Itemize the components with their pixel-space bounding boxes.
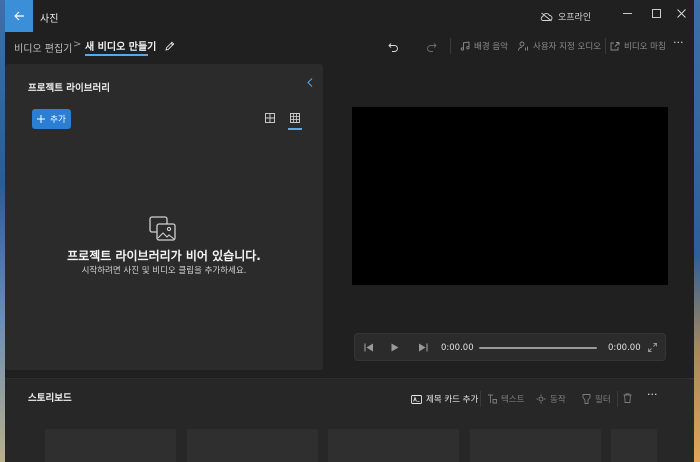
text-label: 텍스트 — [501, 395, 525, 405]
share-export-icon — [610, 42, 620, 51]
total-time: 0:00.00 — [608, 343, 641, 353]
toolbar-divider — [450, 38, 451, 54]
custom-audio-label: 사용자 지정 오디오 — [533, 42, 601, 52]
top-toolbar: 비디오 편집기 > 새 비디오 만들기 배경 음악 사용자 지정 오디오 비디오… — [5, 32, 694, 60]
storyboard-divider — [480, 391, 481, 407]
photo-library-icon — [149, 216, 176, 241]
desktop-wallpaper-right — [694, 0, 700, 462]
add-media-label: 추가 — [50, 115, 66, 125]
small-thumbnails-view-button[interactable] — [287, 110, 303, 126]
grid-large-icon — [265, 113, 275, 123]
breadcrumb-separator: > — [73, 39, 82, 50]
storyboard-title: 스토리보드 — [28, 393, 72, 404]
finish-video-button[interactable]: 비디오 마침 — [610, 40, 666, 52]
close-button[interactable] — [668, 4, 694, 22]
seek-bar[interactable] — [479, 347, 597, 349]
project-library-panel: 프로젝트 라이브러리 추가 프로젝트 라이브러리가 비어 있습니다. 시작하려면… — [5, 64, 323, 370]
pencil-icon — [164, 41, 174, 51]
redo-icon — [426, 42, 437, 52]
more-options-icon: ··· — [673, 36, 684, 49]
current-time: 0:00.00 — [441, 343, 474, 353]
add-title-card-button[interactable]: 제목 카드 추가 — [411, 393, 478, 405]
skip-forward-icon — [419, 343, 428, 351]
storyboard-divider — [617, 391, 618, 407]
storyboard-slot[interactable] — [45, 429, 176, 462]
trash-icon — [623, 393, 632, 403]
offline-label: 오프라인 — [558, 13, 592, 23]
project-title-underline — [85, 54, 148, 56]
maximize-button[interactable] — [643, 4, 669, 22]
text-button[interactable]: 텍스트 — [487, 393, 524, 405]
previous-frame-button[interactable] — [362, 340, 376, 354]
motion-button[interactable]: 동작 — [536, 393, 566, 405]
minimize-icon — [622, 12, 632, 14]
filters-label: 필터 — [595, 395, 611, 405]
offline-status[interactable]: 오프라인 — [540, 10, 591, 23]
storyboard-panel: 스토리보드 제목 카드 추가 텍스트 동작 필터 ··· — [5, 378, 694, 462]
motion-icon — [536, 394, 546, 404]
expand-icon — [647, 342, 657, 352]
arrow-left-icon — [13, 11, 24, 21]
undo-icon — [387, 42, 398, 52]
motion-label: 동작 — [550, 395, 566, 405]
cloud-offline-icon — [540, 12, 553, 21]
chevron-left-icon — [307, 78, 313, 87]
close-icon — [676, 8, 686, 18]
rename-button[interactable] — [161, 38, 177, 54]
redo-button[interactable] — [423, 38, 439, 54]
custom-audio-icon — [518, 41, 528, 51]
video-preview — [352, 107, 668, 285]
add-media-button[interactable]: 추가 — [32, 109, 71, 129]
skip-back-icon — [364, 343, 373, 351]
title-card-icon — [411, 394, 422, 404]
fullscreen-button[interactable] — [645, 340, 659, 354]
app-title: 사진 — [40, 14, 59, 25]
maximize-icon — [651, 8, 661, 18]
selected-view-indicator — [288, 128, 302, 130]
next-frame-button[interactable] — [416, 340, 430, 354]
toolbar-divider — [605, 38, 606, 54]
finish-video-label: 비디오 마침 — [624, 42, 666, 52]
storyboard-more-button[interactable]: ··· — [647, 388, 658, 401]
background-music-label: 배경 음악 — [474, 42, 508, 52]
play-icon — [391, 343, 399, 351]
back-button[interactable] — [5, 0, 33, 32]
storyboard-slot[interactable] — [187, 429, 318, 462]
breadcrumb-parent[interactable]: 비디오 편집기 — [14, 40, 72, 55]
add-title-card-label: 제목 카드 추가 — [426, 395, 479, 405]
project-title[interactable]: 새 비디오 만들기 — [85, 38, 156, 53]
more-options-button[interactable]: ··· — [673, 36, 684, 49]
filter-icon — [582, 394, 591, 404]
play-button[interactable] — [388, 340, 402, 354]
collapse-library-button[interactable] — [307, 78, 313, 90]
filters-button[interactable]: 필터 — [582, 393, 611, 405]
grid-small-icon — [290, 113, 300, 123]
minimize-button[interactable] — [614, 4, 640, 22]
storyboard-slot[interactable] — [611, 429, 657, 462]
undo-button[interactable] — [385, 38, 401, 54]
text-icon — [488, 394, 497, 404]
delete-button[interactable] — [623, 393, 632, 403]
storyboard-more-icon: ··· — [647, 388, 658, 401]
music-note-icon — [460, 41, 470, 51]
storyboard-slot[interactable] — [470, 429, 601, 462]
title-bar: 사진 오프라인 — [5, 0, 694, 32]
background-music-button[interactable]: 배경 음악 — [460, 40, 508, 52]
playback-controls: 0:00.00 0:00.00 — [354, 333, 666, 361]
empty-library-subtitle: 시작하려면 사진 및 비디오 클립을 추가하세요. — [81, 266, 247, 276]
plus-icon — [37, 115, 46, 123]
storyboard-slot[interactable] — [328, 429, 459, 462]
custom-audio-button[interactable]: 사용자 지정 오디오 — [518, 40, 601, 52]
photos-app-window: 사진 오프라인 비디오 편집기 > 새 비디오 만들기 배경 음악 사용자 지정… — [5, 0, 694, 462]
large-thumbnails-view-button[interactable] — [262, 110, 278, 126]
project-library-title: 프로젝트 라이브러리 — [28, 83, 110, 94]
empty-library-title: 프로젝트 라이브러리가 비어 있습니다. — [67, 249, 261, 263]
